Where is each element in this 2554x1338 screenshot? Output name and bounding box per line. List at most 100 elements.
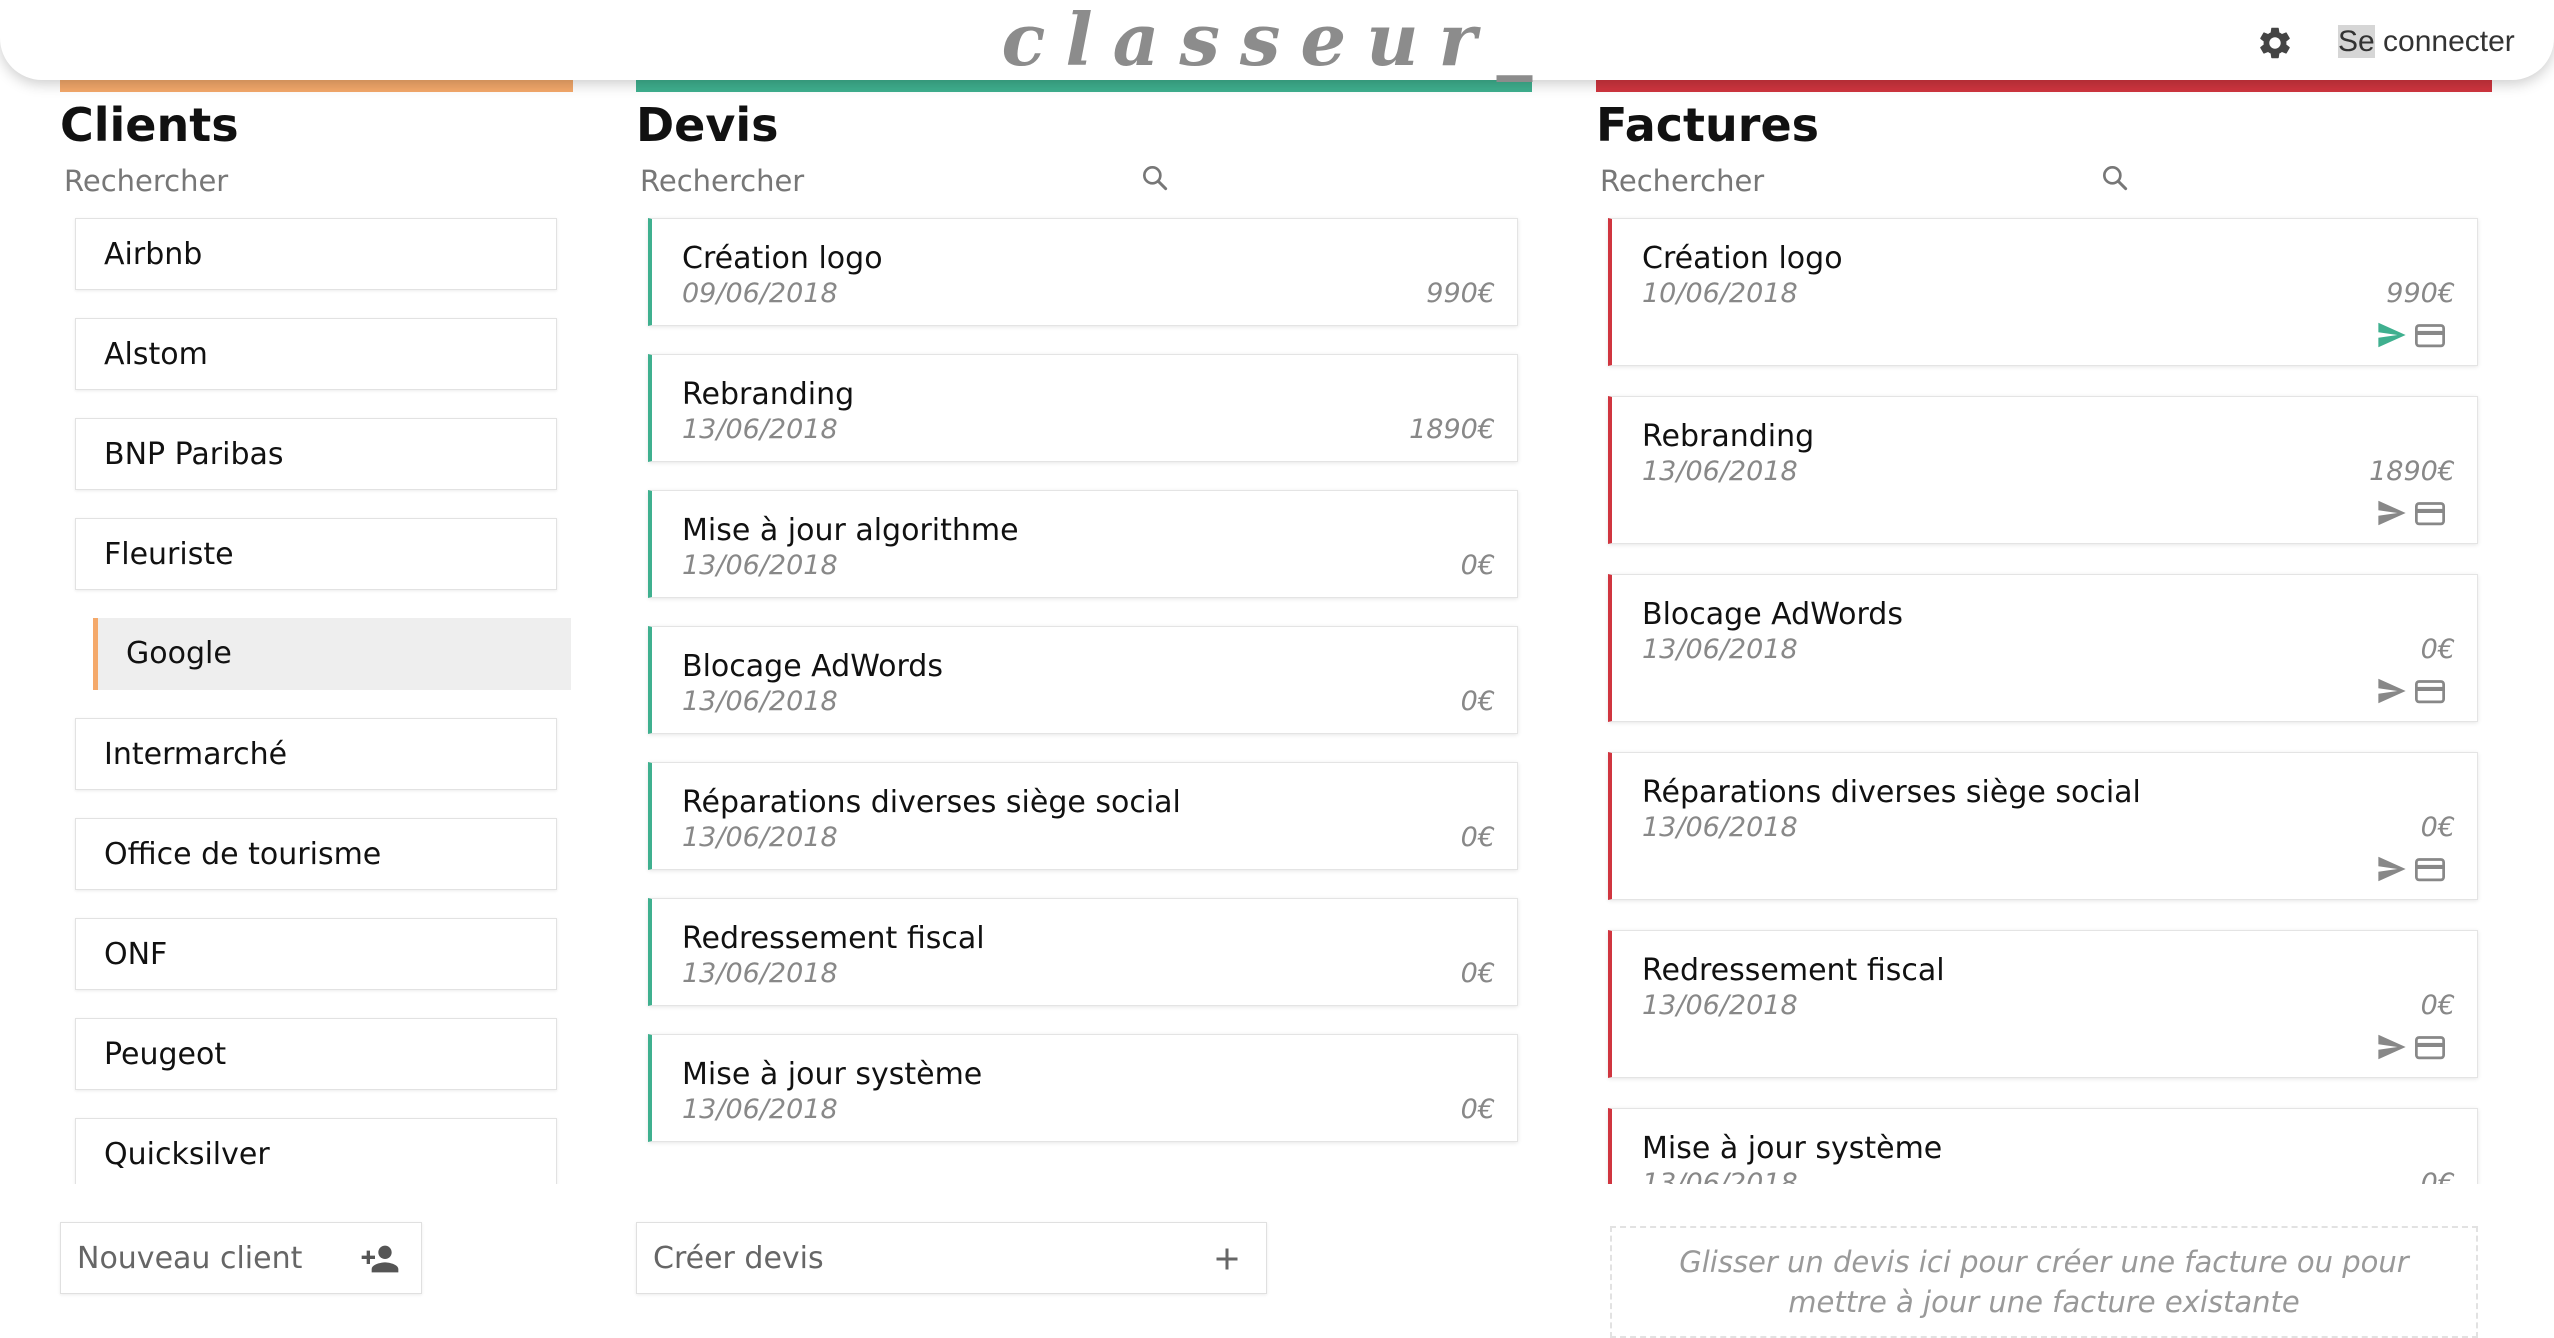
devis-card-amount: 0€: [1460, 1094, 1495, 1125]
clients-list: Airbnb Alstom BNP Paribas Fleuriste Goog…: [60, 210, 580, 1184]
clients-accent-bar: [60, 80, 573, 92]
devis-search-input[interactable]: Rechercher: [640, 162, 804, 200]
devis-card-date: 13/06/2018: [682, 958, 838, 989]
login-suffix: connecter: [2374, 25, 2515, 58]
devis-card-title: Réparations diverses siège social: [682, 785, 1181, 820]
devis-card-date: 13/06/2018: [682, 550, 838, 581]
send-icon[interactable]: [2375, 498, 2409, 528]
devis-card-title: Mise à jour système: [682, 1057, 983, 1092]
facture-actions: [2375, 497, 2447, 529]
facture-card-date: 13/06/2018: [1642, 812, 1798, 843]
credit-card-icon[interactable]: [2413, 498, 2447, 528]
facture-card-amount: 0€: [2420, 990, 2455, 1021]
devis-card-date: 09/06/2018: [682, 278, 838, 309]
facture-card-amount: 0€: [2420, 634, 2455, 665]
send-icon[interactable]: [2375, 676, 2409, 706]
person-add-icon: [361, 1245, 399, 1273]
login-link[interactable]: Se connecter: [2338, 22, 2515, 62]
new-client-label: Nouveau client: [77, 1241, 303, 1276]
devis-card-title: Redressement fiscal: [682, 921, 985, 956]
facture-card-amount: 1890€: [2369, 456, 2455, 487]
create-devis-label: Créer devis: [653, 1241, 824, 1276]
facture-card-date: 13/06/2018: [1642, 456, 1798, 487]
facture-card-title: Redressement fiscal: [1642, 953, 1945, 988]
client-item-fleuriste[interactable]: Fleuriste: [75, 518, 557, 590]
devis-card[interactable]: Mise à jour algorithme 13/06/2018 0€: [648, 490, 1518, 598]
devis-card-title: Rebranding: [682, 377, 855, 412]
facture-card-date: 13/06/2018: [1642, 1168, 1798, 1184]
devis-card[interactable]: Rebranding 13/06/2018 1890€: [648, 354, 1518, 462]
devis-card[interactable]: Mise à jour système 13/06/2018 0€: [648, 1034, 1518, 1142]
devis-card-date: 13/06/2018: [682, 686, 838, 717]
facture-actions: [2375, 319, 2447, 351]
devis-card-amount: 990€: [1426, 278, 1495, 309]
factures-title: Factures: [1596, 98, 1820, 152]
client-item-airbnb[interactable]: Airbnb: [75, 218, 557, 290]
devis-card-title: Blocage AdWords: [682, 649, 943, 684]
facture-card[interactable]: Mise à jour système 13/06/2018 0€: [1608, 1108, 2478, 1184]
facture-card-title: Mise à jour système: [1642, 1131, 1943, 1166]
facture-card-title: Blocage AdWords: [1642, 597, 1903, 632]
send-icon[interactable]: [2375, 320, 2409, 350]
send-icon[interactable]: [2375, 1032, 2409, 1062]
new-client-button[interactable]: Nouveau client: [60, 1222, 422, 1294]
send-icon[interactable]: [2375, 854, 2409, 884]
client-item-peugeot[interactable]: Peugeot: [75, 1018, 557, 1090]
devis-title: Devis: [636, 98, 779, 152]
devis-card[interactable]: Blocage AdWords 13/06/2018 0€: [648, 626, 1518, 734]
devis-card-amount: 0€: [1460, 822, 1495, 853]
facture-actions: [2375, 853, 2447, 885]
facture-card-date: 10/06/2018: [1642, 278, 1798, 309]
facture-actions: [2375, 1031, 2447, 1063]
facture-card-date: 13/06/2018: [1642, 634, 1798, 665]
facture-card-amount: 0€: [2420, 812, 2455, 843]
gear-icon[interactable]: [2256, 24, 2294, 62]
devis-card-amount: 0€: [1460, 550, 1495, 581]
client-item-intermarche[interactable]: Intermarché: [75, 718, 557, 790]
facture-card-amount: 990€: [2386, 278, 2455, 309]
facture-card-title: Rebranding: [1642, 419, 1815, 454]
clients-search-input[interactable]: Rechercher: [64, 162, 228, 200]
facture-card[interactable]: Création logo 10/06/2018 990€: [1608, 218, 2478, 366]
facture-card-title: Réparations diverses siège social: [1642, 775, 2141, 810]
facture-card[interactable]: Blocage AdWords 13/06/2018 0€: [1608, 574, 2478, 722]
devis-card-date: 13/06/2018: [682, 1094, 838, 1125]
factures-search-input[interactable]: Rechercher: [1600, 162, 1764, 200]
devis-card-title: Création logo: [682, 241, 883, 276]
client-item-bnp-paribas[interactable]: BNP Paribas: [75, 418, 557, 490]
client-item-alstom[interactable]: Alstom: [75, 318, 557, 390]
facture-dropzone[interactable]: Glisser un devis ici pour créer une fact…: [1610, 1226, 2478, 1338]
devis-card-amount: 1890€: [1409, 414, 1495, 445]
login-prefix: Se: [2338, 25, 2375, 58]
client-item-quicksilver[interactable]: Quicksilver: [75, 1118, 557, 1184]
facture-card[interactable]: Réparations diverses siège social 13/06/…: [1608, 752, 2478, 900]
create-devis-button[interactable]: Créer devis: [636, 1222, 1267, 1294]
plus-icon: [1216, 1248, 1238, 1270]
devis-card-date: 13/06/2018: [682, 414, 838, 445]
facture-actions: [2375, 675, 2447, 707]
dropzone-text: Glisser un devis ici pour créer une fact…: [1679, 1245, 2409, 1319]
devis-card[interactable]: Réparations diverses siège social 13/06/…: [648, 762, 1518, 870]
devis-card-amount: 0€: [1460, 686, 1495, 717]
app-logo[interactable]: classeur_: [0, 2, 2554, 78]
factures-list: Création logo 10/06/2018 990€ Rebranding…: [1590, 210, 2490, 1184]
credit-card-icon[interactable]: [2413, 1032, 2447, 1062]
facture-card-amount: 0€: [2420, 1168, 2455, 1184]
search-icon[interactable]: [2099, 162, 2131, 194]
devis-card[interactable]: Création logo 09/06/2018 990€: [648, 218, 1518, 326]
client-item-onf[interactable]: ONF: [75, 918, 557, 990]
app-header: classeur_ Se connecter: [0, 0, 2554, 80]
facture-card[interactable]: Redressement fiscal 13/06/2018 0€: [1608, 930, 2478, 1078]
credit-card-icon[interactable]: [2413, 320, 2447, 350]
devis-card[interactable]: Redressement fiscal 13/06/2018 0€: [648, 898, 1518, 1006]
search-icon[interactable]: [1139, 162, 1171, 194]
devis-card-title: Mise à jour algorithme: [682, 513, 1019, 548]
clients-title: Clients: [60, 98, 239, 152]
factures-accent-bar: [1596, 80, 2492, 92]
credit-card-icon[interactable]: [2413, 854, 2447, 884]
client-item-office-de-tourisme[interactable]: Office de tourisme: [75, 818, 557, 890]
credit-card-icon[interactable]: [2413, 676, 2447, 706]
devis-card-amount: 0€: [1460, 958, 1495, 989]
client-item-google[interactable]: Google: [93, 618, 571, 690]
facture-card[interactable]: Rebranding 13/06/2018 1890€: [1608, 396, 2478, 544]
